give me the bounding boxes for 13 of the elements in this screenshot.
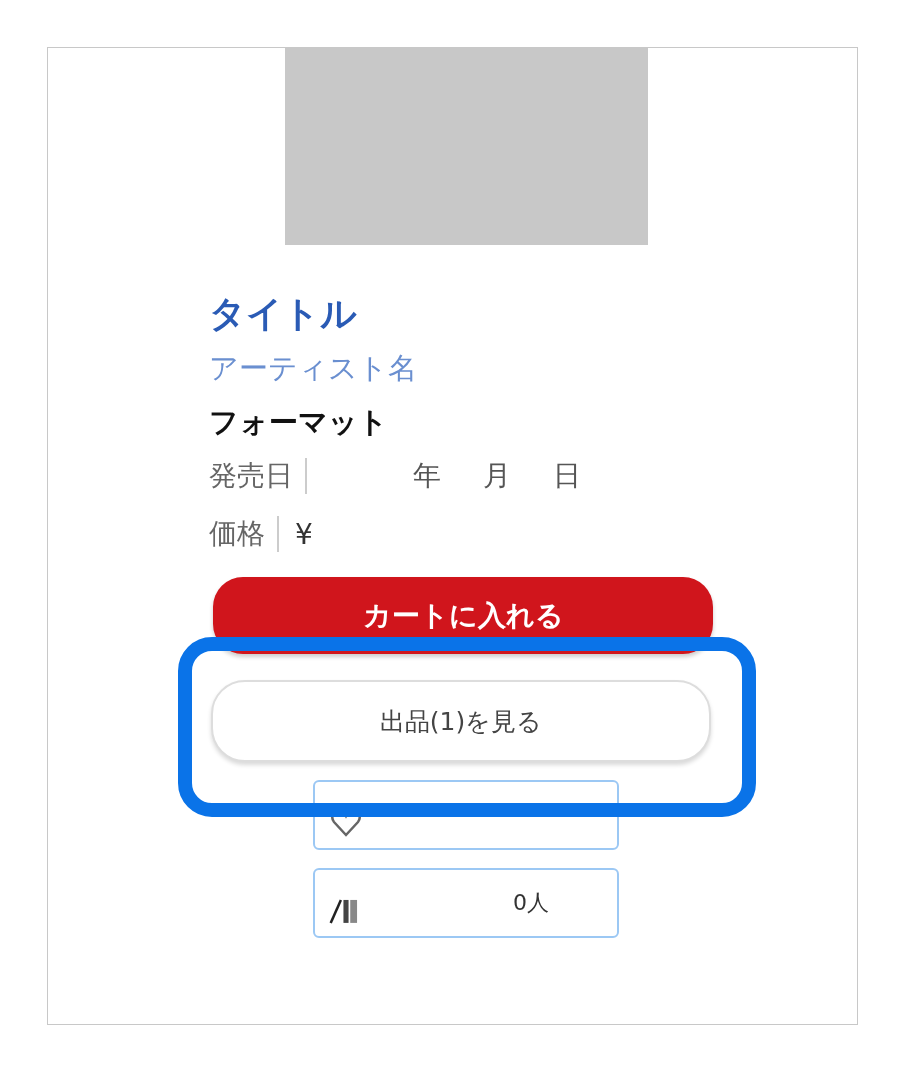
price-value: ¥: [295, 517, 313, 551]
collection-button[interactable]: 0人: [313, 868, 619, 938]
day-unit: 日: [553, 458, 581, 494]
month-unit: 月: [483, 458, 511, 494]
price-label: 価格: [209, 516, 265, 552]
format-label: フォーマット: [209, 404, 388, 441]
view-listings-button[interactable]: 出品(1)を見る: [211, 680, 711, 762]
count-text: 0人: [513, 889, 549, 917]
product-title[interactable]: タイトル: [209, 289, 357, 339]
favorite-button[interactable]: [313, 780, 619, 850]
artist-name[interactable]: アーティスト名: [209, 343, 417, 393]
year-unit: 年: [413, 458, 441, 494]
release-label: 発売日: [209, 458, 293, 494]
